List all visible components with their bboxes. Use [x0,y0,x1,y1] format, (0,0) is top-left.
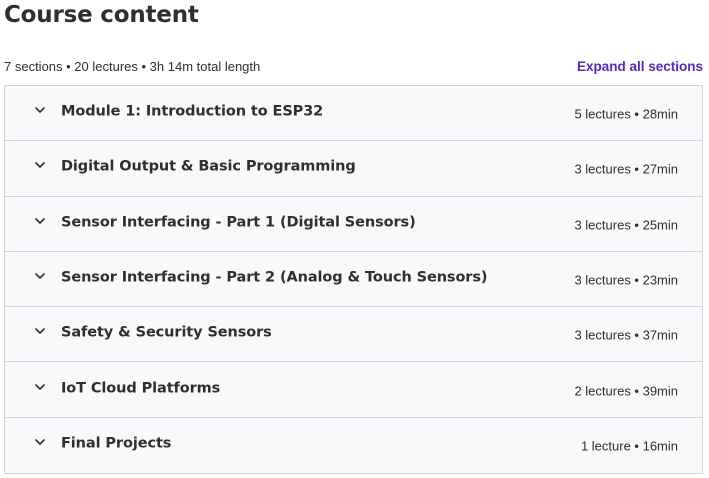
section-meta: 1 lecture • 16min [580,439,678,455]
chevron-down-icon [34,325,46,337]
section-title: Digital Output & Basic Programming [61,159,356,176]
section-title: Safety & Security Sensors [61,325,272,342]
chevron-down-icon [34,159,46,171]
expand-all-sections-button[interactable]: Expand all sections [577,59,703,74]
section-meta: 5 lectures • 28min [574,106,678,122]
chevron-down-icon [34,436,46,448]
course-sections-list: Module 1: Introduction to ESP32 5 lectur… [4,85,703,475]
chevron-down-icon [34,381,46,393]
chevron-down-icon [34,270,46,282]
section-meta: 3 lectures • 37min [574,328,678,344]
chevron-down-icon [34,104,46,116]
section-meta: 3 lectures • 25min [574,217,678,233]
section-meta: 3 lectures • 23min [574,272,678,288]
section-item[interactable]: Sensor Interfacing - Part 2 (Analog & To… [5,251,702,308]
section-item[interactable]: IoT Cloud Platforms 2 lectures • 39min [5,362,702,418]
section-item[interactable]: Sensor Interfacing - Part 1 (Digital Sen… [5,196,702,252]
section-meta: 3 lectures • 27min [574,162,678,178]
section-title: Sensor Interfacing - Part 2 (Analog & To… [61,269,488,286]
section-item[interactable]: Final Projects 1 lecture • 16min [5,417,702,474]
section-title: Module 1: Introduction to ESP32 [61,103,324,120]
section-meta: 2 lectures • 39min [574,383,678,399]
section-item[interactable]: Module 1: Introduction to ESP32 5 lectur… [5,86,702,142]
course-summary: 7 sections • 20 lectures • 3h 14m total … [4,58,261,74]
section-item[interactable]: Digital Output & Basic Programming 3 lec… [5,141,702,197]
course-summary-row: 7 sections • 20 lectures • 3h 14m total … [4,57,703,75]
section-item[interactable]: Safety & Security Sensors 3 lectures • 3… [5,307,702,363]
section-title: IoT Cloud Platforms [61,380,221,397]
section-title: Final Projects [61,436,172,453]
page-title: Course content [4,2,199,28]
chevron-down-icon [34,215,46,227]
section-title: Sensor Interfacing - Part 1 (Digital Sen… [61,214,416,231]
